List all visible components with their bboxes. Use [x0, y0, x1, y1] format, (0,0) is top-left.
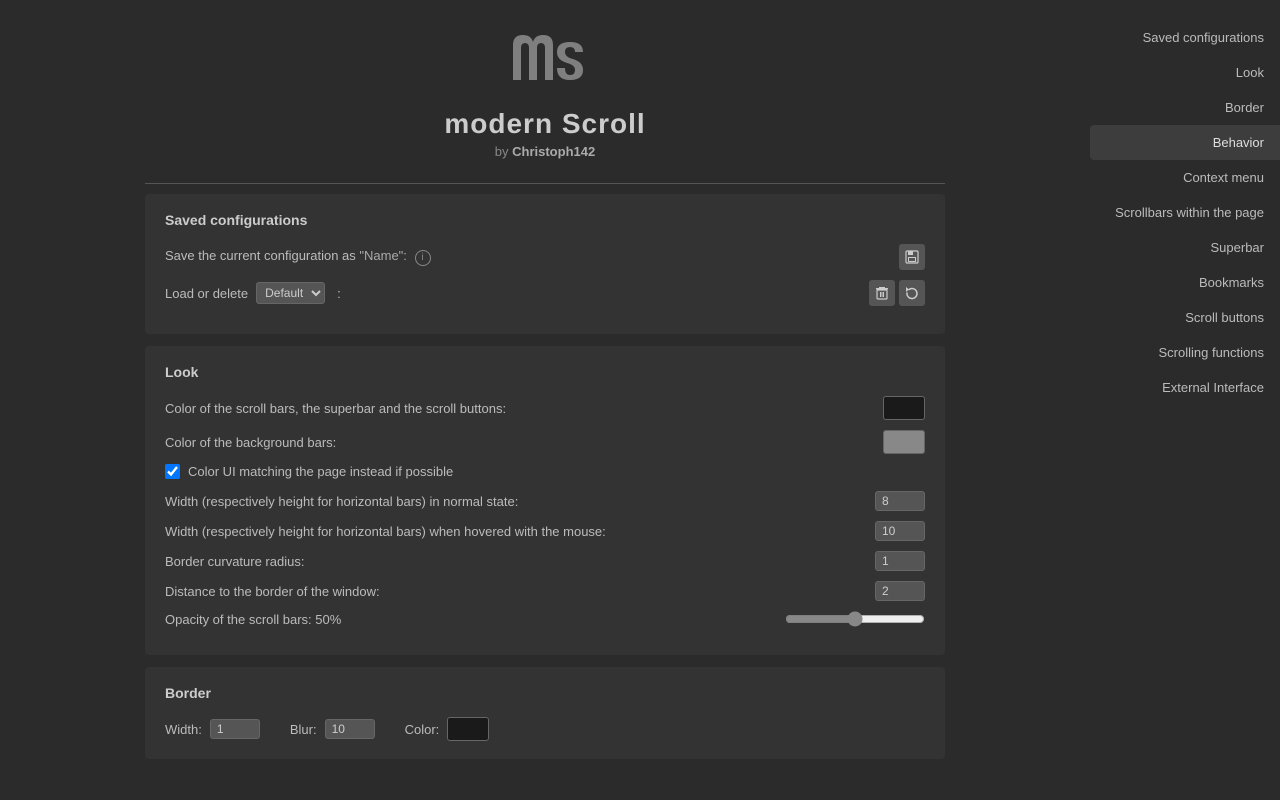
save-actions	[899, 244, 925, 270]
width-normal-label: Width (respectively height for horizonta…	[165, 494, 875, 509]
app-title-m: m	[444, 108, 470, 139]
sidebar-item-border[interactable]: Border	[1090, 90, 1280, 125]
content-area: Saved configurations Save the current co…	[125, 184, 965, 791]
border-width-input[interactable]	[210, 719, 260, 739]
sidebar-item-bookmarks[interactable]: Bookmarks	[1090, 265, 1280, 300]
scrollbar-color-row: Color of the scroll bars, the superbar a…	[165, 396, 925, 420]
sidebar-item-saved-configurations[interactable]: Saved configurations	[1090, 20, 1280, 55]
app-logo	[505, 20, 585, 100]
border-blur-field: Blur:	[290, 719, 375, 739]
sidebar-item-external-interface[interactable]: External Interface	[1090, 370, 1280, 405]
main-content: modern Scroll by Christoph142 Saved conf…	[0, 0, 1090, 800]
sidebar: Saved configurations Look Border Behavio…	[1090, 0, 1280, 800]
background-color-row: Color of the background bars:	[165, 430, 925, 454]
sidebar-item-superbar[interactable]: Superbar	[1090, 230, 1280, 265]
app-subtitle: by Christoph142	[495, 144, 595, 159]
saved-configurations-title: Saved configurations	[165, 212, 925, 228]
border-blur-label: Blur:	[290, 722, 317, 737]
delete-button[interactable]	[869, 280, 895, 306]
color-ui-matching-checkbox[interactable]	[165, 464, 180, 479]
save-icon	[905, 250, 919, 264]
opacity-row: Opacity of the scroll bars: 50%	[165, 611, 925, 627]
sidebar-item-scrolling-functions[interactable]: Scrolling functions	[1090, 335, 1280, 370]
border-color-field: Color:	[405, 717, 490, 741]
width-normal-row: Width (respectively height for horizonta…	[165, 491, 925, 511]
author-name: Christoph142	[512, 144, 595, 159]
background-color-label: Color of the background bars:	[165, 435, 883, 450]
width-hover-row: Width (respectively height for horizonta…	[165, 521, 925, 541]
border-width-field: Width:	[165, 719, 260, 739]
load-config-row: Load or delete Default :	[165, 280, 925, 306]
sidebar-item-look[interactable]: Look	[1090, 55, 1280, 90]
app-title-rest: odern Scroll	[470, 108, 645, 139]
reload-button[interactable]	[899, 280, 925, 306]
save-config-row: Save the current configuration as "Name"…	[165, 244, 925, 270]
color-ui-matching-row: Color UI matching the page instead if po…	[165, 464, 925, 479]
reload-icon	[905, 286, 919, 300]
width-hover-label: Width (respectively height for horizonta…	[165, 524, 875, 539]
load-label: Load or delete	[165, 286, 248, 301]
save-label-text: Save the current configuration as	[165, 248, 359, 263]
sidebar-item-scroll-buttons[interactable]: Scroll buttons	[1090, 300, 1280, 335]
info-icon[interactable]: i	[415, 250, 431, 266]
sidebar-item-scrollbars-within-page[interactable]: Scrollbars within the page	[1090, 195, 1280, 230]
distance-input[interactable]	[875, 581, 925, 601]
scrollbar-color-label: Color of the scroll bars, the superbar a…	[165, 401, 883, 416]
border-radius-label: Border curvature radius:	[165, 554, 875, 569]
load-actions	[869, 280, 925, 306]
width-hover-input[interactable]	[875, 521, 925, 541]
logo-container	[505, 20, 585, 100]
load-colon: :	[337, 286, 341, 301]
scrollbar-color-swatch[interactable]	[883, 396, 925, 420]
opacity-slider[interactable]	[785, 611, 925, 627]
border-fields-row: Width: Blur: Color:	[165, 717, 925, 741]
opacity-slider-container	[785, 611, 925, 627]
delete-icon	[875, 286, 889, 300]
opacity-label: Opacity of the scroll bars: 50%	[165, 612, 785, 627]
save-config-label: Save the current configuration as "Name"…	[165, 248, 431, 266]
border-color-label: Color:	[405, 722, 440, 737]
sidebar-item-context-menu[interactable]: Context menu	[1090, 160, 1280, 195]
width-normal-input[interactable]	[875, 491, 925, 511]
save-name-quoted: "Name":	[359, 248, 407, 263]
background-color-swatch[interactable]	[883, 430, 925, 454]
border-width-label: Width:	[165, 722, 202, 737]
border-section: Border Width: Blur: Color:	[145, 667, 945, 759]
subtitle-by: by	[495, 144, 512, 159]
look-title: Look	[165, 364, 925, 380]
sidebar-item-behavior[interactable]: Behavior	[1090, 125, 1280, 160]
app-title: modern Scroll	[444, 108, 645, 140]
header: modern Scroll by Christoph142	[125, 0, 965, 169]
distance-label: Distance to the border of the window:	[165, 584, 875, 599]
saved-configurations-section: Saved configurations Save the current co…	[145, 194, 945, 334]
color-ui-matching-label: Color UI matching the page instead if po…	[188, 464, 925, 479]
border-color-swatch[interactable]	[447, 717, 489, 741]
config-select[interactable]: Default	[256, 282, 325, 304]
save-button[interactable]	[899, 244, 925, 270]
border-blur-input[interactable]	[325, 719, 375, 739]
border-radius-input[interactable]	[875, 551, 925, 571]
look-section: Look Color of the scroll bars, the super…	[145, 346, 945, 655]
border-radius-row: Border curvature radius:	[165, 551, 925, 571]
distance-row: Distance to the border of the window:	[165, 581, 925, 601]
border-title: Border	[165, 685, 925, 701]
